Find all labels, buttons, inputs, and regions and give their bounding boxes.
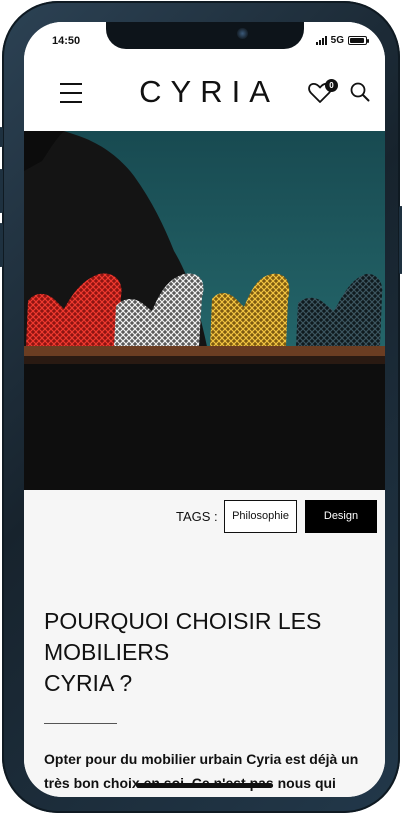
front-camera [237,28,248,39]
article-title: POURQUOI CHOISIR LES MOBILIERS CYRIA ? [44,608,322,696]
hero-image [24,131,385,490]
search-icon[interactable] [350,82,370,102]
battery-level [350,38,364,43]
status-indicators: 5G [315,35,369,46]
search-glyph [350,82,370,102]
tag-design[interactable]: Design [305,500,377,533]
tags-bar: TAGS : Philosophie Design [24,490,385,544]
phone-screen: 14:50 5G CYRIA 0 TAGS: Philosophie Desi… [24,22,385,797]
signal-icon [315,36,327,45]
wishlist-button[interactable]: 0 [308,79,338,105]
hero-photo [24,131,385,490]
battery-icon [348,36,369,45]
status-bar: 14:50 5G [24,22,385,52]
silent-switch [0,127,3,147]
article-body: Opter pour du mobilier urbain Cyria est … [44,751,359,791]
foreground-shadow [24,364,385,490]
title-divider [44,723,117,724]
network-label: 5G [330,35,344,46]
site-header: CYRIA 0 [24,52,385,131]
status-time: 14:50 [52,35,81,47]
phone-frame: 14:50 5G CYRIA 0 TAGS: Philosophie Desi… [0,1,402,813]
article: POURQUOI CHOISIR LES MOBILIERS CYRIA ? O… [24,544,385,797]
volume-up-button [0,169,3,213]
notch [106,22,304,49]
volume-down-button [0,223,3,267]
wishlist-count-badge: 0 [325,79,338,92]
tag-philosophie[interactable]: Philosophie [224,500,297,533]
wooden-deck [24,346,385,356]
tags-label: TAGS : [176,509,218,524]
home-indicator[interactable] [136,783,273,788]
